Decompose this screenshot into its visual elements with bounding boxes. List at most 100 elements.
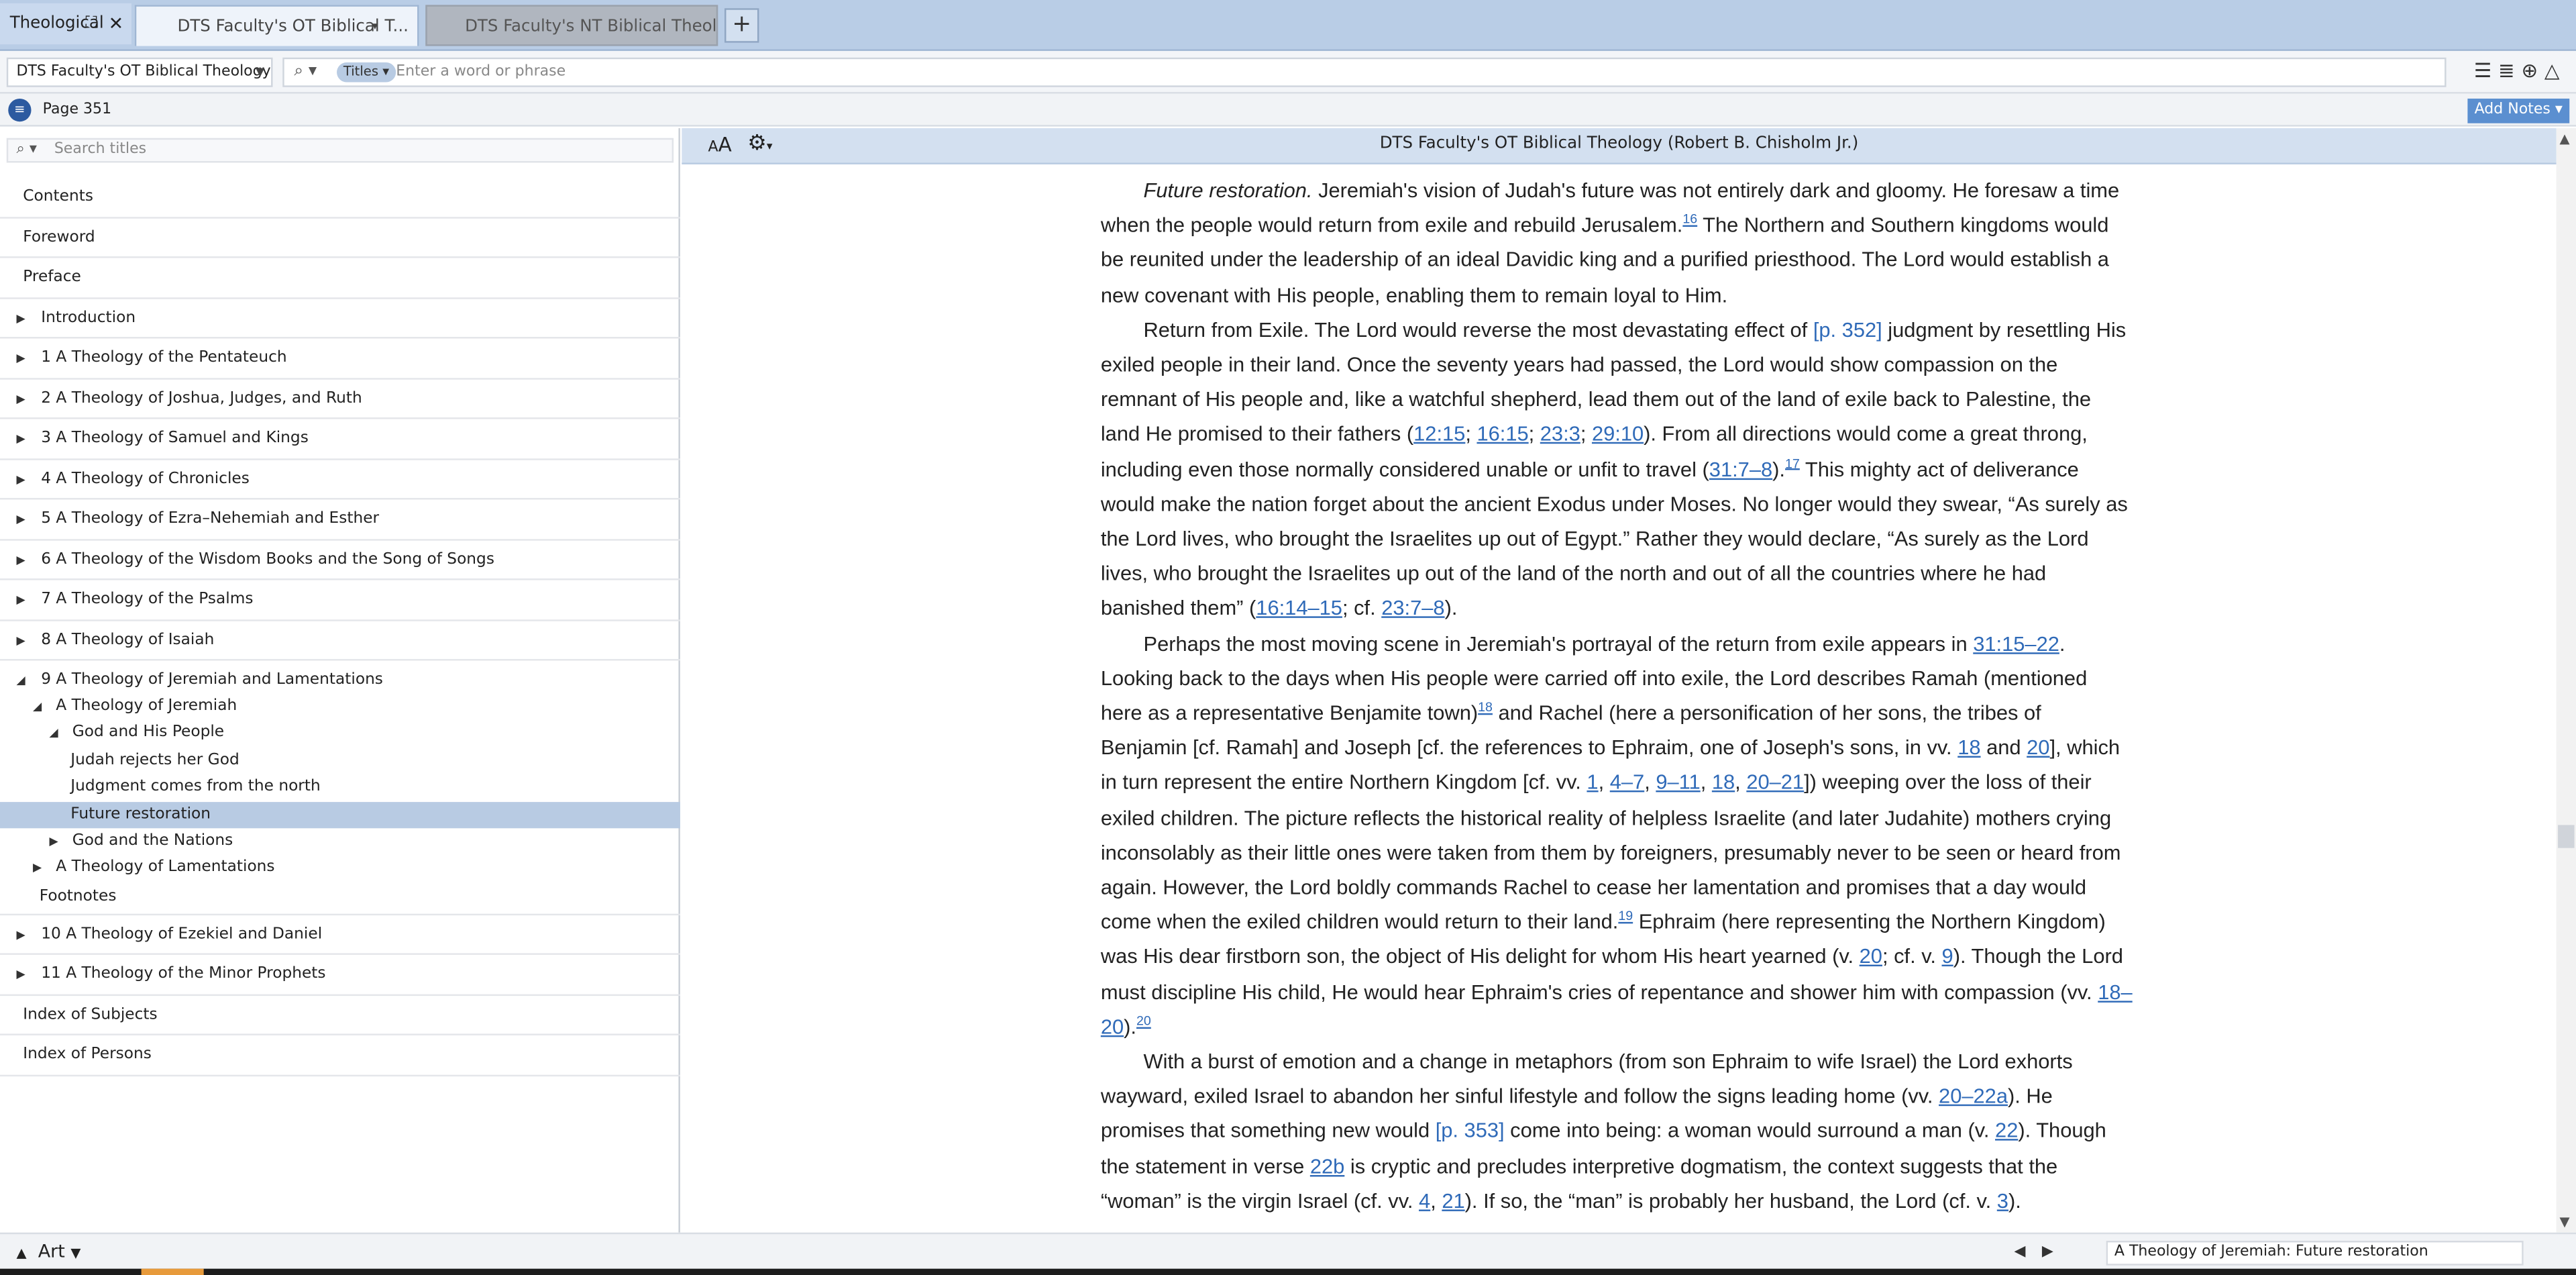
scroll-down-icon[interactable]: ▼	[2560, 1215, 2570, 1229]
collapsed-arrow-icon[interactable]: ▶	[16, 298, 25, 338]
toc-item[interactable]: Index of Subjects	[0, 995, 680, 1036]
footnote-link[interactable]: 17	[1785, 456, 1800, 470]
footnote-link[interactable]: 18	[1478, 700, 1493, 715]
chevron-down-icon[interactable]: ▾	[372, 7, 378, 46]
tab-ot-biblical-theology[interactable]: DTS Faculty's OT Biblical T... ▾	[134, 5, 419, 46]
search-icon[interactable]: ⌕ ▾	[16, 140, 36, 161]
page-marker[interactable]: [p. 352]	[1813, 319, 1882, 342]
scripture-link[interactable]: 12:15	[1413, 423, 1465, 446]
toc-item[interactable]: ▶ 1 A Theology of the Pentateuch	[0, 338, 680, 379]
search-icon[interactable]: ⌕ ▾	[294, 59, 317, 85]
add-circle-icon[interactable]: ⊕	[2521, 59, 2544, 82]
toc-item[interactable]: Contents	[0, 177, 680, 218]
tab-group-theological[interactable]: Theological ⛶ ✕	[0, 3, 131, 45]
toc-item[interactable]: Index of Persons	[0, 1035, 680, 1076]
page-marker[interactable]: [p. 353]	[1436, 1120, 1505, 1143]
toc-item[interactable]: Judah rejects her God	[0, 748, 680, 774]
scripture-link[interactable]: 20	[2027, 737, 2049, 760]
notification-icon[interactable]: △	[2544, 59, 2566, 82]
scripture-link[interactable]: 1	[1587, 772, 1598, 795]
toc-item[interactable]: ▶ 8 A Theology of Isaiah	[0, 620, 680, 661]
search-input[interactable]: Enter a word or phrase	[396, 59, 566, 85]
collapsed-arrow-icon[interactable]: ▶	[16, 419, 25, 459]
toc-item[interactable]: ▶ 3 A Theology of Samuel and Kings	[0, 419, 680, 460]
scripture-link[interactable]: 29:10	[1592, 423, 1644, 446]
footnote-link[interactable]: 20	[1136, 1013, 1151, 1028]
collapsed-arrow-icon[interactable]: ▶	[16, 499, 25, 540]
book-select[interactable]: DTS Faculty's OT Biblical Theology ▼	[6, 57, 273, 87]
toc-item[interactable]: ◢ God and His People	[0, 721, 680, 748]
title-search-input[interactable]: Search titles	[54, 140, 146, 161]
footnote-link[interactable]: 16	[1682, 212, 1697, 227]
scripture-link[interactable]: 4–7	[1610, 772, 1644, 795]
toc-item[interactable]: Foreword	[0, 217, 680, 258]
toc-item[interactable]: Preface	[0, 258, 680, 299]
title-search[interactable]: ⌕ ▾ Search titles	[6, 138, 674, 163]
scripture-link[interactable]: 18	[1712, 772, 1735, 795]
collapsed-arrow-icon[interactable]: ▶	[16, 459, 25, 499]
toc-item[interactable]: ◢ 9 A Theology of Jeremiah and Lamentatio…	[0, 660, 680, 693]
toc-item[interactable]: ▶ 2 A Theology of Joshua, Judges, and Rut…	[0, 378, 680, 419]
toc-item[interactable]: ◢ A Theology of Jeremiah	[0, 693, 680, 720]
scripture-link[interactable]: 9–11	[1656, 772, 1700, 795]
close-icon[interactable]: ✕	[109, 3, 124, 44]
scripture-link[interactable]: 20–22a	[1939, 1085, 2008, 1108]
toc-item[interactable]: ▶ 10 A Theology of Ezekiel and Daniel	[0, 915, 680, 956]
list-icon[interactable]: ≣	[2498, 59, 2521, 82]
scripture-link[interactable]: 3	[1997, 1190, 2008, 1213]
menu-lines-icon[interactable]: ☰	[2474, 59, 2498, 82]
expanded-arrow-icon[interactable]: ◢	[49, 721, 58, 748]
scripture-link[interactable]: 23:7–8	[1381, 597, 1444, 620]
expand-icon[interactable]: ⛶	[85, 3, 97, 44]
scroll-up-icon[interactable]: ▲	[2560, 132, 2570, 146]
collapsed-arrow-icon[interactable]: ▶	[49, 828, 58, 855]
scripture-link[interactable]: 16:15	[1477, 423, 1528, 446]
toc-item[interactable]: Footnotes	[0, 882, 680, 915]
toc-item[interactable]: ▶ 5 A Theology of Ezra–Nehemiah and Esthe…	[0, 499, 680, 540]
table-of-contents-icon[interactable]: ≡	[8, 98, 32, 122]
scripture-link[interactable]: 21	[1442, 1190, 1464, 1213]
scripture-link[interactable]: 22	[1995, 1120, 2018, 1143]
taskbar-active-app[interactable]	[141, 1268, 204, 1275]
scripture-link[interactable]: 18	[1957, 737, 1980, 760]
scripture-link[interactable]: 20	[1860, 946, 1882, 968]
toc-item[interactable]: ▶ 6 A Theology of the Wisdom Books and th…	[0, 540, 680, 580]
toc-item[interactable]: Judgment comes from the north	[0, 774, 680, 801]
next-icon[interactable]: ▶	[2042, 1244, 2070, 1260]
search-box[interactable]: ⌕ ▾ Titles ▾ Enter a word or phrase	[282, 57, 2447, 87]
collapsed-arrow-icon[interactable]: ▶	[16, 620, 25, 660]
collapsed-arrow-icon[interactable]: ▶	[33, 855, 42, 882]
tab-nt-biblical-theology[interactable]: DTS Faculty's NT Biblical Theology	[425, 5, 718, 46]
new-tab-button[interactable]: +	[724, 8, 759, 43]
previous-icon[interactable]: ◀	[2014, 1244, 2041, 1260]
scripture-link[interactable]: 31:7–8	[1709, 458, 1772, 480]
font-size-icon[interactable]: AA	[708, 133, 732, 156]
scripture-link[interactable]: 23:3	[1540, 423, 1580, 446]
scripture-link[interactable]: 9	[1942, 946, 1953, 968]
expanded-arrow-icon[interactable]: ◢	[33, 693, 42, 720]
collapsed-arrow-icon[interactable]: ▶	[16, 580, 25, 620]
scrollbar[interactable]: ▲ ▼	[2556, 128, 2576, 1233]
scripture-link[interactable]: 16:14–15	[1256, 597, 1342, 620]
scripture-link[interactable]: 4	[1419, 1190, 1430, 1213]
toc-item[interactable]: ▶ 7 A Theology of the Psalms	[0, 580, 680, 621]
toc-item[interactable]: ▶ Introduction	[0, 298, 680, 339]
add-notes-button[interactable]: Add Notes ▾	[2467, 98, 2570, 123]
collapsed-arrow-icon[interactable]: ▶	[16, 378, 25, 419]
scripture-link[interactable]: 31:15–22	[1973, 632, 2059, 655]
collapsed-arrow-icon[interactable]: ▶	[16, 338, 25, 378]
collapsed-arrow-icon[interactable]: ▶	[16, 955, 25, 995]
toc-item[interactable]: ▶ God and the Nations	[0, 828, 680, 855]
toc-item[interactable]: ▶ 4 A Theology of Chronicles	[0, 459, 680, 500]
toc-item[interactable]: Future restoration	[0, 801, 680, 829]
scripture-link[interactable]: 20–21	[1746, 772, 1804, 795]
scripture-link[interactable]: 22b	[1310, 1155, 1344, 1178]
toc-item[interactable]: ▶ A Theology of Lamentations	[0, 855, 680, 882]
search-scope-dropdown[interactable]: Titles ▾	[337, 62, 396, 83]
collapsed-arrow-icon[interactable]: ▶	[16, 540, 25, 580]
toc-item[interactable]: ▶ 11 A Theology of the Minor Prophets	[0, 955, 680, 996]
footnote-link[interactable]: 19	[1618, 909, 1633, 923]
scrollbar-thumb[interactable]	[2558, 825, 2575, 848]
collapsed-arrow-icon[interactable]: ▶	[16, 915, 25, 955]
gear-icon[interactable]: ⚙▾	[747, 132, 772, 156]
